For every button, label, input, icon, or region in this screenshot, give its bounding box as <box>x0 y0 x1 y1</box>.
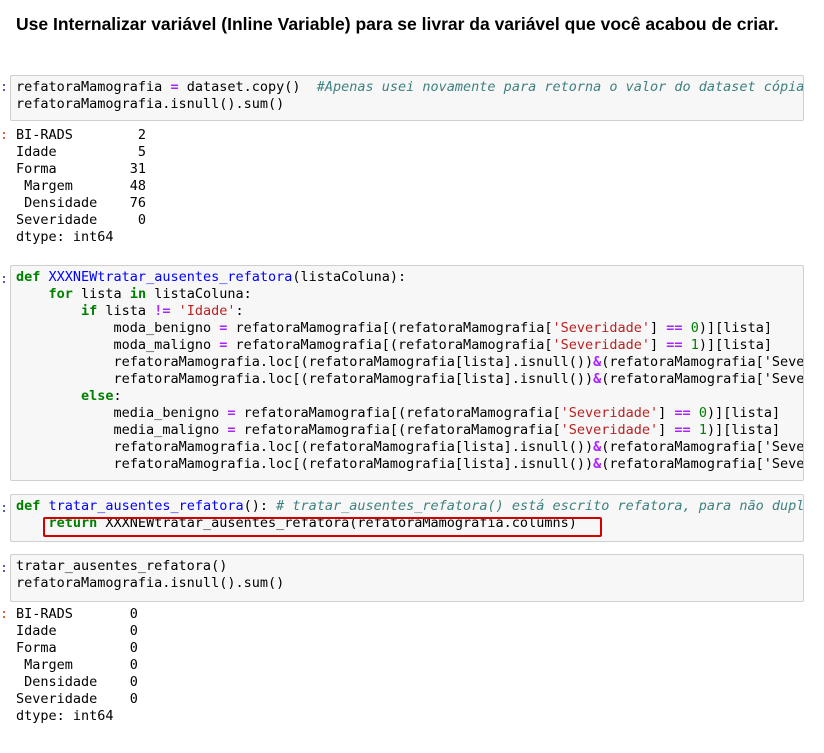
code-cell-call-function[interactable]: tratar_ausentes_refatora() refatoraMamog… <box>10 554 804 602</box>
code-comment: #Apenas usei novamente para retorna o va… <box>316 79 804 95</box>
function-name: tratar_ausentes_refatora <box>48 498 244 514</box>
highlight-box-inline-return <box>43 517 602 537</box>
cell-output-missing-counts: BI-RADS 2 Idade 5 Forma 31 Margem 48 Den… <box>16 127 147 245</box>
input-prompt: : <box>0 500 9 516</box>
cell-output-missing-counts-after: BI-RADS 0 Idade 0 Forma 0 Margem 0 Densi… <box>16 606 138 724</box>
output-prompt: : <box>0 606 9 622</box>
input-prompt: : <box>0 560 9 576</box>
code-cell-new-function[interactable]: def XXXNEWtratar_ausentes_refatora(lista… <box>10 265 804 481</box>
code-editor[interactable]: tratar_ausentes_refatora() refatoraMamog… <box>11 555 803 592</box>
function-name: XXXNEWtratar_ausentes_refatora <box>48 269 293 285</box>
section-heading: Use Internalizar variável (Inline Variab… <box>16 14 779 34</box>
output-prompt: : <box>0 127 9 143</box>
code-comment: # tratar_ausentes_refatora() está escrit… <box>276 498 804 514</box>
code-editor[interactable]: refatoraMamografia = dataset.copy() #Ape… <box>11 76 803 113</box>
code-editor[interactable]: def XXXNEWtratar_ausentes_refatora(lista… <box>11 266 803 473</box>
code-cell-copy-dataset[interactable]: refatoraMamografia = dataset.copy() #Ape… <box>10 75 804 121</box>
input-prompt: : <box>0 271 9 287</box>
input-prompt: : <box>0 79 9 95</box>
